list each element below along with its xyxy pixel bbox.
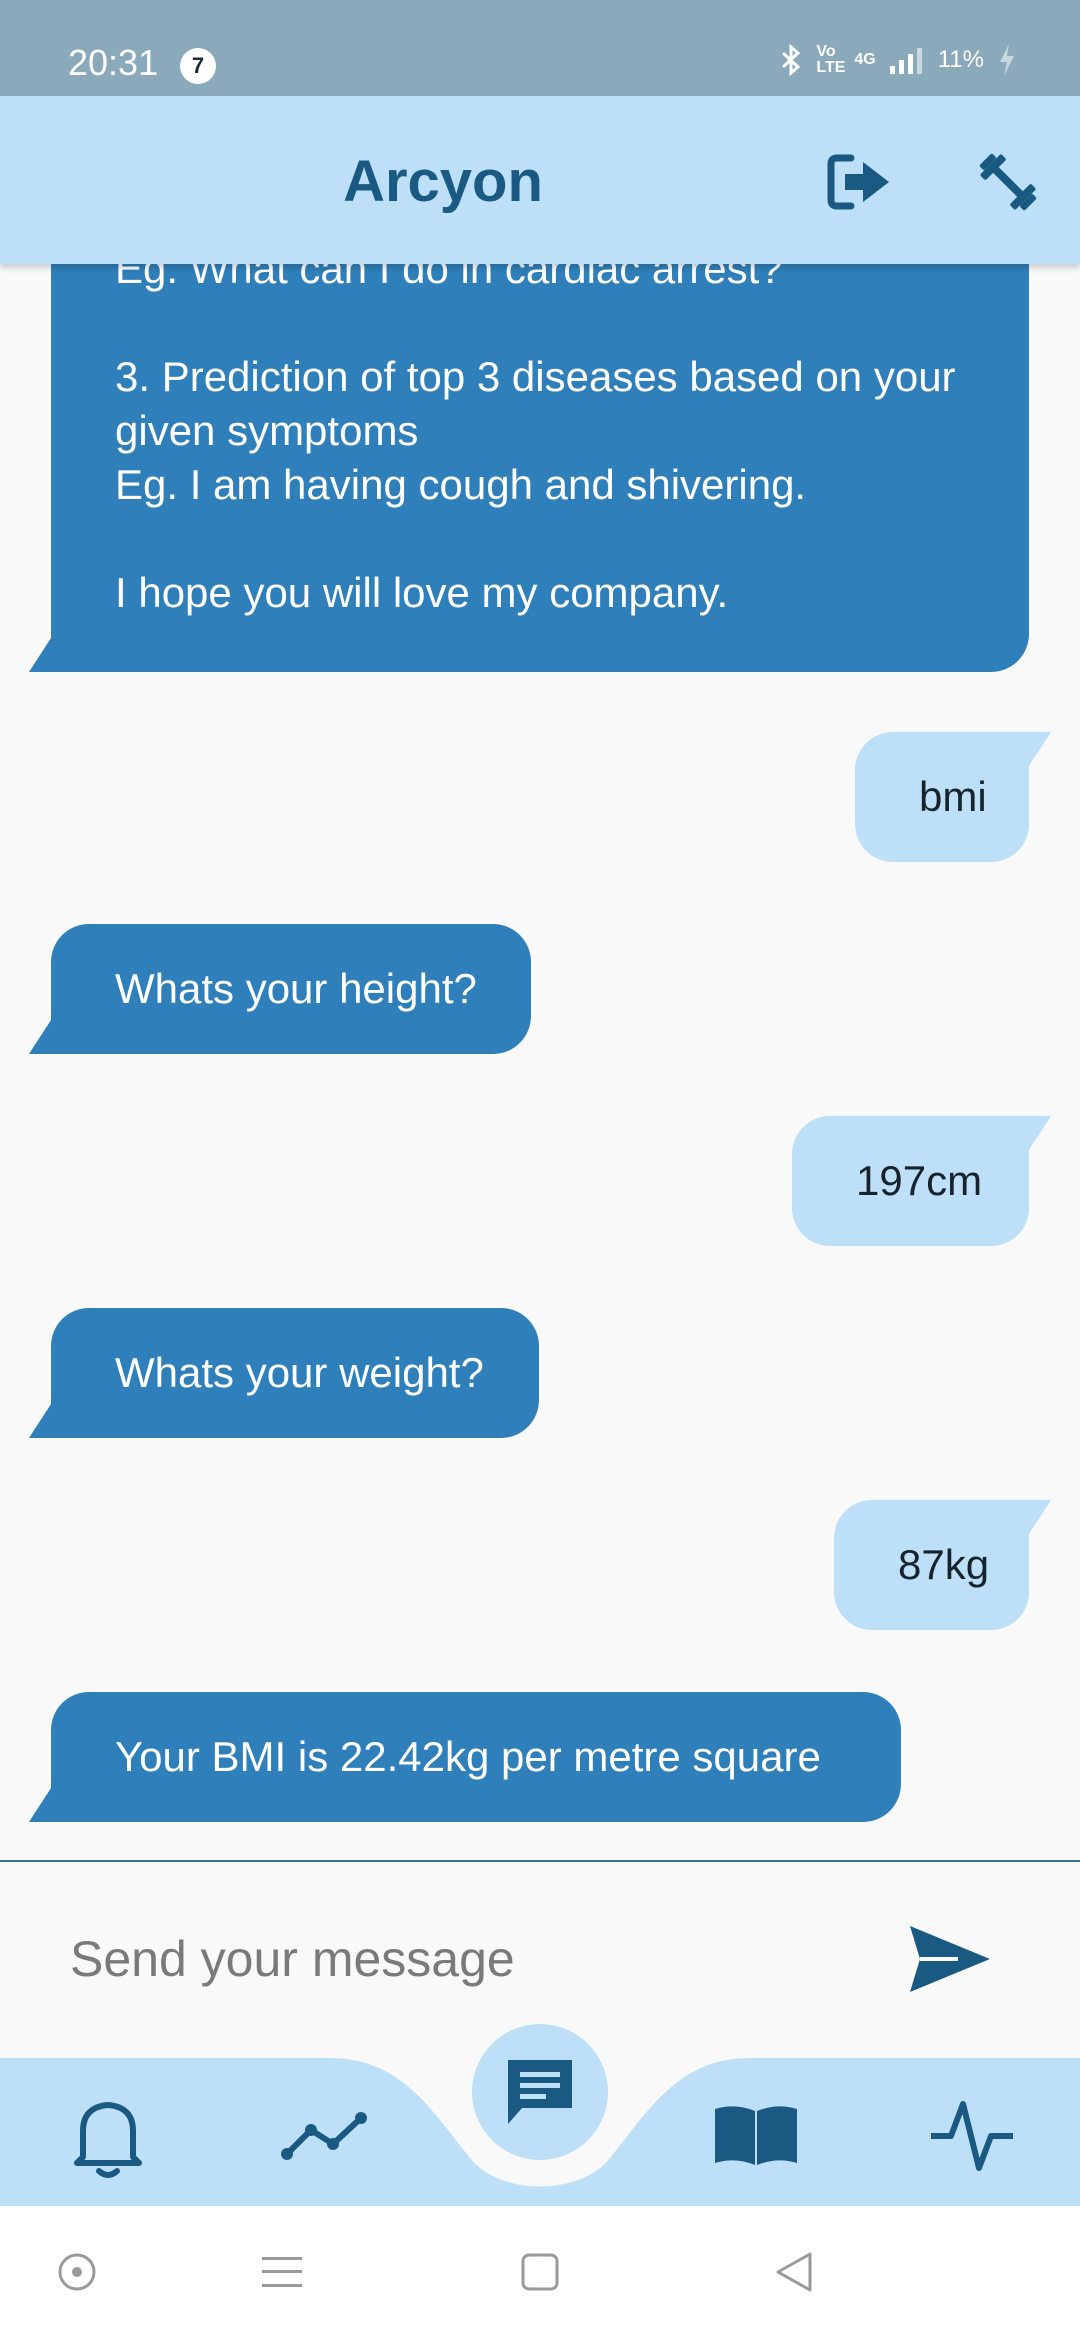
message-input[interactable] [68, 1898, 872, 2020]
send-button[interactable] [895, 1904, 1005, 2014]
status-bar: 20:31 7 Vo LTE 4G 11% [0, 0, 1080, 96]
bot-message: Whats your weight? [29, 1308, 539, 1438]
nav-trends[interactable] [269, 2086, 379, 2186]
user-message: 197cm [792, 1116, 1051, 1246]
chat-list[interactable]: Eg. What can I do in cardiac arrest? 3. … [0, 264, 1080, 1860]
bell-icon [74, 2102, 142, 2178]
user-message: 87kg [834, 1500, 1051, 1630]
chat-icon [508, 2060, 572, 2124]
nav-library[interactable] [701, 2086, 811, 2186]
trend-chart-icon [281, 2112, 367, 2160]
logout-button[interactable] [820, 142, 900, 222]
status-time: 20:31 [68, 42, 159, 83]
system-navigation [0, 2206, 1080, 2340]
nav-notifications[interactable] [53, 2086, 163, 2186]
network-type: 4G [854, 51, 876, 68]
volte-indicator: Vo LTE [816, 43, 846, 76]
bluetooth-icon [780, 44, 802, 76]
nav-chat[interactable] [472, 2024, 608, 2160]
message-text: Whats your weight? [115, 1349, 484, 1396]
menu-icon [262, 2257, 302, 2287]
menu-button[interactable] [242, 2242, 322, 2302]
message-text: 87kg [898, 1541, 990, 1588]
bot-message: Eg. What can I do in cardiac arrest? 3. … [29, 264, 1029, 672]
message-text: 197cm [856, 1157, 983, 1204]
pulse-icon [931, 2101, 1013, 2171]
back-icon [776, 2252, 812, 2292]
fitness-button[interactable] [968, 142, 1048, 222]
message-text: bmi [919, 773, 987, 820]
send-icon [910, 1926, 990, 1992]
app-bar: Arcyon [0, 96, 1080, 264]
assistant-button[interactable] [37, 2242, 117, 2302]
nav-vitals[interactable] [917, 2086, 1027, 2186]
app-title: Arcyon [343, 149, 543, 214]
signal-icon [889, 46, 924, 74]
bottom-navigation [0, 2024, 1080, 2206]
bot-message: Whats your height? [29, 924, 531, 1054]
charging-icon [998, 44, 1016, 76]
logout-icon [827, 154, 889, 210]
message-text: Whats your height? [115, 965, 477, 1012]
bot-message: Your BMI is 22.42kg per metre square [29, 1692, 901, 1822]
back-button[interactable] [754, 2242, 834, 2302]
notification-badge: 7 [180, 48, 216, 84]
battery-percent: 11% [937, 46, 984, 73]
user-message: bmi [855, 732, 1051, 862]
home-icon [521, 2253, 559, 2291]
dumbbell-icon [979, 153, 1037, 211]
book-icon [715, 2106, 797, 2165]
message-text: Your BMI is 22.42kg per metre square [115, 1733, 821, 1780]
home-button[interactable] [500, 2242, 580, 2302]
assistant-icon [58, 2253, 96, 2291]
status-icons: Vo LTE 4G 11% [780, 44, 1016, 76]
